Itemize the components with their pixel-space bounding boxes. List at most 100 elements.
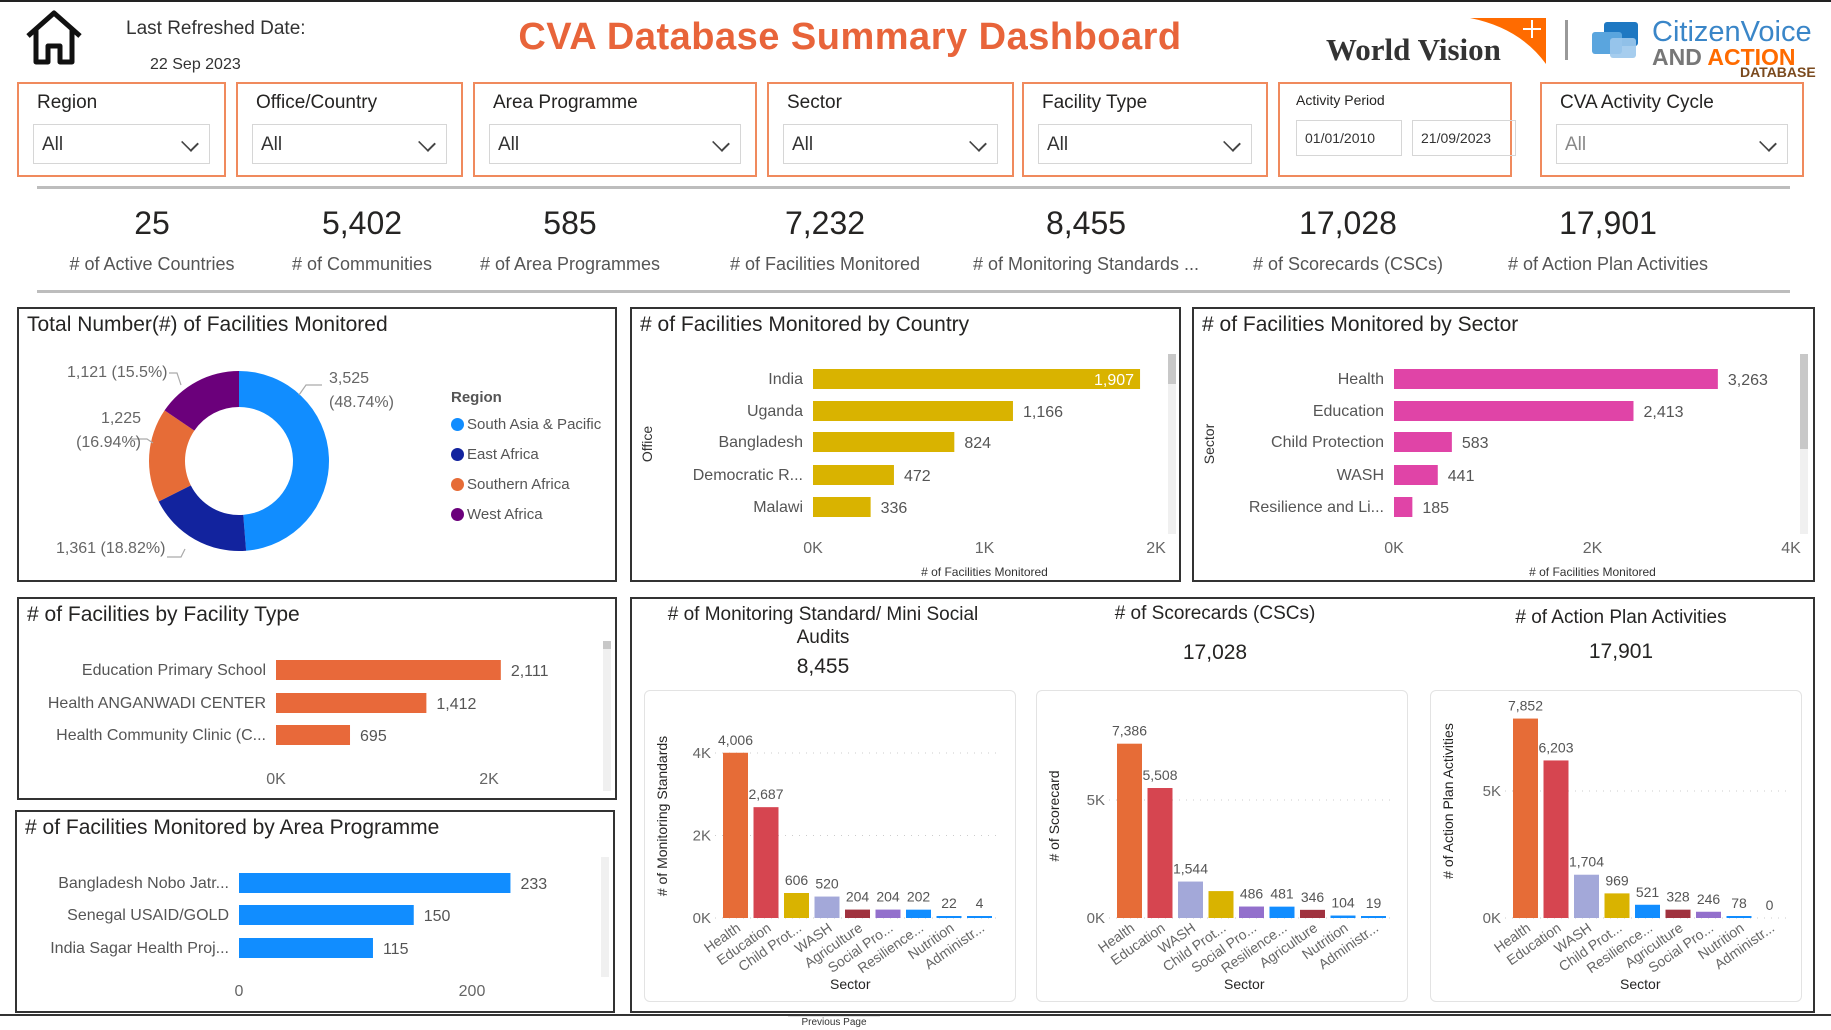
legend-title: Region — [451, 389, 502, 406]
bar — [813, 369, 1141, 389]
facilities-by-country-panel: # of Facilities Monitored by Country Ind… — [630, 307, 1181, 582]
chevron-down-icon — [969, 134, 987, 152]
chevron-down-icon — [1223, 134, 1241, 152]
chevron-down-icon — [712, 134, 730, 152]
column-bar — [875, 909, 901, 918]
column-bar — [906, 909, 931, 918]
category-label: Uganda — [747, 403, 803, 420]
action-plan-total: 17,901 — [1588, 640, 1654, 663]
filter-label: Activity Period — [1296, 92, 1385, 108]
value-label: 4,006 — [718, 732, 753, 748]
facility-type-bar-chart: Education Primary School 2,111 Health ANGA… — [48, 660, 549, 788]
y-tick-label: 5K — [1483, 783, 1501, 800]
value-label: 486 — [1240, 886, 1264, 902]
category-label: Child Protection — [1271, 434, 1384, 451]
leader-line — [298, 384, 322, 396]
donut-label-south-asia: 3,525 (48.74%) — [329, 367, 394, 415]
value-label: 2,111 — [511, 663, 549, 680]
legend-item[interactable]: South Asia & Pacific — [451, 416, 601, 433]
cva-logo-database: DATABASE — [1740, 64, 1816, 80]
category-label: Education Primary School — [82, 662, 266, 679]
cva-activity-cycle-dropdown[interactable]: All — [1556, 124, 1788, 164]
scrollbar-thumb[interactable] — [1168, 354, 1176, 384]
kpi-value: 17,901 — [1559, 205, 1657, 241]
dropdown-value: All — [498, 134, 520, 155]
window-top-border — [0, 0, 1831, 2]
scorecards-title: # of Scorecards (CSCs) — [1114, 603, 1316, 624]
region-dropdown[interactable]: All — [33, 124, 210, 164]
scrollbar[interactable] — [1800, 354, 1808, 534]
value-label: 4 — [976, 895, 984, 911]
bar — [1394, 432, 1452, 452]
category-label: Malawi — [753, 499, 803, 516]
value-label: 78 — [1731, 895, 1747, 911]
column-bar — [1513, 718, 1538, 918]
value-label: 606 — [785, 872, 809, 888]
value-label: 824 — [964, 435, 991, 452]
filter-label: Facility Type — [1042, 92, 1148, 113]
region-filter: Region All — [17, 82, 226, 177]
bar — [276, 725, 351, 745]
column-bar — [784, 893, 809, 918]
legend-label: East Africa — [467, 446, 539, 463]
logo-divider — [1565, 20, 1568, 60]
x-axis-title: Sector — [1224, 976, 1265, 992]
value-label: 7,852 — [1508, 698, 1543, 714]
kpi-monitoring-standards: 8,455 # of Monitoring Standards ... — [956, 205, 1216, 275]
column-bar — [1635, 904, 1660, 918]
category-label: Democratic R... — [693, 467, 803, 484]
legend-item[interactable]: East Africa — [451, 446, 601, 463]
legend-dot — [451, 508, 464, 521]
scrollbar[interactable] — [603, 641, 611, 791]
donut-label-east-africa: 1,361 (18.82%) — [56, 540, 166, 557]
bar — [1394, 497, 1413, 517]
value-label: 336 — [881, 500, 908, 517]
kpi-label: # of Action Plan Activities — [1507, 254, 1709, 274]
value-label: 150 — [424, 908, 451, 925]
x-tick-label: 0 — [235, 983, 244, 1000]
area-programme-dropdown[interactable]: All — [489, 124, 741, 164]
column-bar — [1178, 881, 1203, 918]
value-label: 7,386 — [1112, 723, 1147, 739]
column-bar — [814, 896, 840, 918]
previous-page-tab[interactable]: Previous Page — [788, 1016, 880, 1030]
kpi-action-plan-activities: 17,901 # of Action Plan Activities — [1478, 205, 1738, 275]
world-vision-logo-text: World Vision — [1326, 32, 1501, 67]
start-date-input[interactable]: 01/01/2010 — [1296, 120, 1402, 156]
dropdown-value: All — [261, 134, 283, 155]
monitoring-standards-card: 0K 2K 4K 4,006 Health 2,687 Education 606 Child … — [644, 690, 1016, 1002]
sector-dropdown[interactable]: All — [783, 124, 998, 164]
office-country-filter: Office/Country All — [236, 82, 463, 177]
office-country-dropdown[interactable]: All — [252, 124, 447, 164]
kpi-value: 8,455 — [1045, 205, 1127, 241]
legend-label: West Africa — [467, 506, 543, 523]
world-vision-logo: World Vision — [1320, 14, 1550, 70]
action-plan-card: 0K 5K 7,852 Health 6,203 Education 1,704 WASH 96… — [1430, 690, 1802, 1002]
scrollbar-thumb[interactable] — [603, 641, 611, 649]
y-axis-title: # of Scorecard — [1046, 770, 1062, 861]
value-label: 115 — [383, 941, 409, 958]
value-label: 0 — [1766, 897, 1774, 913]
facility-type-filter: Facility Type All — [1022, 82, 1268, 177]
value-label: 202 — [907, 889, 931, 905]
category-label: Health ANGANWADI CENTER — [48, 695, 266, 712]
donut-label-pct: (16.94%) — [76, 434, 141, 451]
end-date-input[interactable]: 21/09/2023 — [1412, 120, 1516, 156]
monitoring-standards-title: # of Monitoring Standard/ Mini Social Au… — [667, 604, 979, 648]
scrollbar-thumb[interactable] — [1800, 354, 1808, 449]
legend-dot — [451, 448, 464, 461]
value-label: 1,544 — [1173, 861, 1208, 877]
x-tick-label: 2K — [1583, 540, 1603, 557]
facility-type-dropdown[interactable]: All — [1038, 124, 1252, 164]
value-label: 1,166 — [1023, 404, 1063, 421]
y-axis-title: # of Monitoring Standards — [654, 736, 670, 896]
legend-item[interactable]: Southern Africa — [451, 476, 601, 493]
value-label: 695 — [360, 728, 387, 745]
scrollbar[interactable] — [1168, 354, 1176, 534]
home-button[interactable] — [24, 8, 84, 71]
legend-item[interactable]: West Africa — [451, 506, 601, 523]
scrollbar[interactable] — [601, 857, 609, 977]
x-axis-title: Sector — [830, 976, 871, 992]
column-bar — [1665, 909, 1691, 918]
legend-dot — [451, 478, 464, 491]
